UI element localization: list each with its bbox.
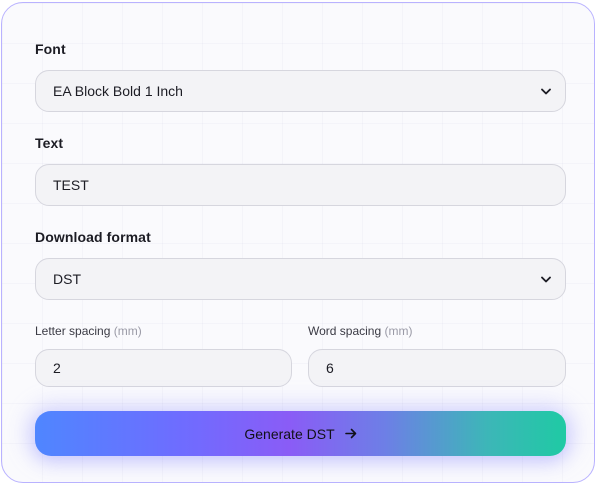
arrow-right-icon — [344, 428, 357, 439]
chevron-down-icon — [541, 86, 551, 96]
download-format-select[interactable]: DST — [35, 258, 566, 300]
letter-spacing-label-text: Letter spacing — [35, 324, 111, 338]
text-label: Text — [35, 135, 64, 151]
chevron-down-icon — [541, 274, 551, 284]
word-spacing-value: 6 — [326, 360, 334, 376]
download-format-label: Download format — [35, 229, 151, 245]
generator-card: Font EA Block Bold 1 Inch Text TEST Down… — [1, 2, 595, 483]
letter-spacing-value: 2 — [53, 360, 61, 376]
generate-button-label: Generate DST — [244, 425, 335, 442]
letter-spacing-label: Letter spacing (mm) — [35, 324, 142, 338]
word-spacing-label-text: Word spacing — [308, 324, 382, 338]
text-input-value: TEST — [53, 177, 89, 193]
font-label: Font — [35, 41, 66, 57]
word-spacing-label: Word spacing (mm) — [308, 324, 412, 338]
word-spacing-input[interactable]: 6 — [308, 349, 566, 387]
font-select-value: EA Block Bold 1 Inch — [53, 83, 183, 99]
text-input[interactable]: TEST — [35, 164, 566, 206]
download-format-value: DST — [53, 271, 81, 287]
word-spacing-unit: (mm) — [384, 324, 413, 338]
font-select[interactable]: EA Block Bold 1 Inch — [35, 70, 566, 112]
letter-spacing-unit: (mm) — [113, 324, 142, 338]
letter-spacing-input[interactable]: 2 — [35, 349, 292, 387]
generate-dst-button[interactable]: Generate DST — [35, 411, 566, 456]
